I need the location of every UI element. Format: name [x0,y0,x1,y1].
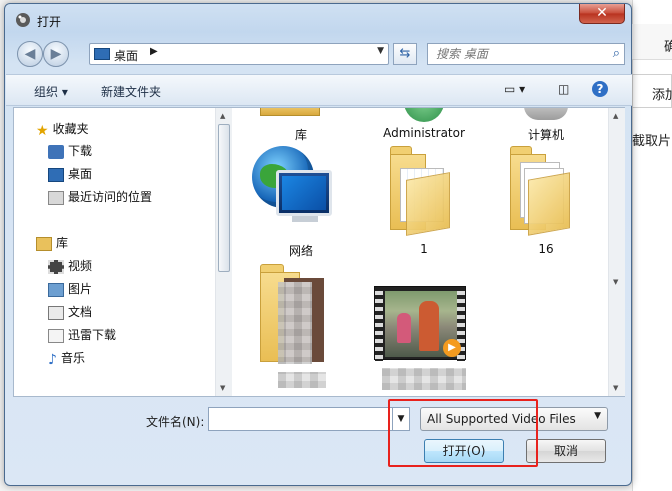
close-button[interactable]: ✕ [579,4,625,24]
scroll-down-icon[interactable]: ▼ [613,384,618,392]
scroll-marker-icon: ▼ [613,278,619,286]
cancel-button[interactable]: 取消 [526,439,606,463]
file-label-folder-16[interactable]: 16 [491,242,601,256]
user-large-icon[interactable] [404,108,444,122]
folder-blurred-icon[interactable] [260,264,330,364]
help-icon[interactable]: ? [592,81,608,97]
sidebar-item-label: 下载 [68,144,93,158]
background-text-confirm: 确 [664,40,672,55]
file-label-network[interactable]: 网络 [246,242,356,259]
video-library-icon [48,259,64,274]
file-label-folder-1[interactable]: 1 [369,242,479,256]
sidebar-item-label: 图片 [68,282,93,296]
sidebar-item-music[interactable]: ♪ 音乐 [48,349,85,369]
sidebar-item-label: 视频 [68,259,93,273]
pictures-library-icon [48,282,64,297]
new-folder-button[interactable]: 新建文件夹 [101,83,161,100]
background-text-add: 添加 [652,88,672,103]
file-list: 库 Administrator 计算机 网络 1 16 ▶ [234,108,608,396]
file-list-scrollbar[interactable]: ▲ ▼ ▼ [608,108,625,396]
highlight-annotation [388,399,538,467]
file-label-library[interactable]: 库 [246,126,356,143]
sidebar-item-label: 文档 [68,305,93,319]
back-arrow-icon: ◀ [24,46,36,62]
organize-menu[interactable]: 组织 ▾ [34,83,68,100]
search-input[interactable] [428,44,598,64]
navigation-row: ◀ ▶ 桌面 ▶ ▼ ⇆ ⌕ [17,40,625,68]
sidebar-item-label: 音乐 [60,351,85,365]
sidebar-scroll-thumb[interactable] [218,124,230,272]
sidebar-item-documents[interactable]: 文档 [48,303,92,323]
content-area: ★ 收藏夹 下载 桌面 最近访问的位置 库 视频 图片 文档 迅雷下载 ♪ 音乐… [13,107,625,397]
toolbar: 组织 ▾ 新建文件夹 ▭ ▾ ◫ ? [6,74,632,106]
sidebar-item-libraries[interactable]: 库 [36,234,68,254]
address-bar[interactable]: 桌面 ▶ ▼ [89,43,389,65]
search-box[interactable]: ⌕ [427,43,625,65]
navigation-pane: ★ 收藏夹 下载 桌面 最近访问的位置 库 视频 图片 文档 迅雷下载 ♪ 音乐 [14,108,232,396]
recent-places-icon [48,190,64,205]
title-bar: 打开 ✕ [5,4,631,34]
scroll-up-icon[interactable]: ▲ [220,112,225,120]
computer-large-icon[interactable] [524,108,568,120]
file-label-administrator[interactable]: Administrator [369,126,479,140]
window-title: 打开 [37,15,62,29]
library-large-icon[interactable] [260,108,320,116]
search-icon[interactable]: ⌕ [613,46,620,61]
music-note-icon: ♪ [48,351,57,368]
folder-16-icon[interactable] [510,146,570,236]
refresh-button[interactable]: ⇆ [393,43,417,65]
file-list-scroll-track[interactable] [611,124,623,380]
sidebar-item-pictures[interactable]: 图片 [48,280,92,300]
play-badge-icon: ▶ [443,339,461,357]
sidebar-item-xunlei[interactable]: 迅雷下载 [48,326,116,346]
folder-1-icon[interactable] [390,146,450,236]
desktop-icon [48,167,64,182]
sidebar-item-label: 收藏夹 [52,122,89,136]
preview-pane-icon[interactable]: ◫ [558,82,569,96]
sidebar-item-label: 库 [56,236,69,250]
library-icon [36,236,52,251]
forward-button[interactable]: ▶ [43,41,69,67]
back-button[interactable]: ◀ [17,41,43,67]
sidebar-item-label: 迅雷下载 [68,328,117,342]
background-text-clip: 截取片断 [632,134,672,149]
sidebar-item-label: 桌面 [68,167,93,181]
sidebar-scrollbar[interactable]: ▲ ▼ [215,108,232,396]
sidebar-item-downloads[interactable]: 下载 [48,142,92,162]
documents-library-icon [48,305,64,320]
chevron-down-icon: ▼ [594,411,601,421]
download-folder-icon [48,144,64,159]
refresh-icon: ⇆ [399,46,411,61]
sidebar-item-label: 最近访问的位置 [68,190,153,204]
file-label-computer[interactable]: 计算机 [491,126,601,143]
video-file-icon[interactable]: ▶ [374,286,466,361]
desktop-icon [94,48,110,60]
scroll-up-icon[interactable]: ▲ [613,112,618,120]
sidebar-item-videos[interactable]: 视频 [48,257,92,277]
address-dropdown-icon[interactable]: ▼ [377,46,384,56]
app-icon [16,13,30,27]
sidebar-item-recent[interactable]: 最近访问的位置 [48,188,152,208]
blurred-filename [382,368,466,390]
filename-input[interactable] [208,407,410,431]
address-location[interactable]: 桌面 [114,47,138,64]
dialog-footer: 文件名(N): ▼ All Supported Video Files ▼ 打开… [6,397,632,485]
breadcrumb-chevron-icon[interactable]: ▶ [150,46,158,57]
network-large-icon[interactable] [252,146,338,232]
filename-label: 文件名(N): [146,415,205,429]
view-options-icon[interactable]: ▭ ▾ [504,82,525,96]
forward-arrow-icon: ▶ [50,46,62,62]
sidebar-item-desktop[interactable]: 桌面 [48,165,92,185]
xunlei-download-icon [48,328,64,343]
scroll-down-icon[interactable]: ▼ [220,384,225,392]
star-icon: ★ [36,122,49,139]
sidebar-item-favorites[interactable]: ★ 收藏夹 [36,120,89,140]
blurred-filename [278,372,326,388]
